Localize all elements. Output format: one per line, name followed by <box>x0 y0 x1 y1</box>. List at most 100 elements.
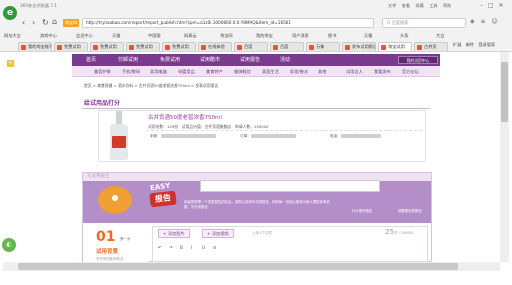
bookmark-item[interactable]: 中国银 <box>148 32 182 39</box>
nav-primary-item[interactable]: 付邮试用 <box>118 54 138 66</box>
tab-label: 百度 <box>280 44 289 49</box>
browser-tab[interactable]: 免费试用 <box>90 42 124 51</box>
nav-secondary-item[interactable]: 试用达人 <box>346 66 363 77</box>
bookmark-item[interactable]: 大会 <box>436 32 470 39</box>
counter-label: 字 / 200000 <box>393 231 414 235</box>
bookmark-item[interactable]: 天猫 <box>364 32 398 39</box>
forward-icon[interactable]: › <box>32 19 35 27</box>
order-label: 订单： <box>240 134 251 138</box>
bookmark-item[interactable]: 我的淘宝 <box>256 32 290 39</box>
excellent-report-link[interactable]: 我要看优秀报告 <box>398 208 422 213</box>
tab-label: 免费试用 <box>136 44 153 49</box>
product-row-address: 到家： <box>150 134 216 139</box>
sidebar-plus-icon[interactable]: + <box>7 60 14 67</box>
bookmark-item[interactable]: 淘宝网 <box>220 32 254 39</box>
tab-label: 古井贡 <box>424 44 437 49</box>
nav-secondary-item[interactable]: 服饰鞋包 <box>234 66 251 77</box>
section-divider <box>82 108 430 109</box>
menu-view[interactable]: 查看 <box>402 3 410 8</box>
close-icon[interactable]: ✕ <box>499 2 504 9</box>
home-icon[interactable]: ⌂ <box>52 18 57 26</box>
shield-icon[interactable]: ◈ <box>470 18 475 25</box>
nav-primary-item[interactable]: 试用酷市 <box>200 54 220 66</box>
browser-tab[interactable]: 发布试用报告 <box>342 42 376 51</box>
good-report-link[interactable]: 什么是好报告 <box>352 208 372 213</box>
nav-secondary-item[interactable]: 手机/数码 <box>122 66 140 77</box>
browser-tab[interactable]: 在线体验 <box>198 42 232 51</box>
editor-tool-icon[interactable]: ↷ <box>169 245 173 250</box>
nav-primary-item[interactable]: 免费试用 <box>160 54 180 66</box>
back-icon[interactable]: ‹ <box>22 19 25 27</box>
browser-tab[interactable]: 免费试用 <box>126 42 160 51</box>
nav-primary-item[interactable]: 首页 <box>86 54 96 66</box>
product-row-phone: 电话： <box>330 134 381 139</box>
search-input[interactable]: Q 百度搜索 <box>383 19 465 27</box>
menu-icon[interactable]: ≡ <box>481 18 486 25</box>
browser-tab[interactable]: 免费试用 <box>162 42 196 51</box>
browser-tab[interactable]: 古井贡 <box>414 42 448 51</box>
bookmark-item[interactable]: 图书 <box>328 32 362 39</box>
user-icon[interactable]: ☺ <box>492 18 498 25</box>
expand-button[interactable]: 扩展 <box>453 42 461 47</box>
nav-secondary-item[interactable]: 家用电器 <box>150 66 167 77</box>
menu-fav[interactable]: 收藏 <box>415 3 423 8</box>
address-bar[interactable]: http://try.taobao.com/report/report_publ… <box>82 18 374 28</box>
add-video-button[interactable]: + 添加视频 <box>202 229 234 238</box>
phone-value <box>340 134 381 138</box>
bookmark-item[interactable]: 天猫 <box>112 32 146 39</box>
maximize-icon[interactable]: □ <box>488 2 494 9</box>
browser-logo-icon[interactable]: e <box>3 6 17 20</box>
browser-tab[interactable]: 我的淘宝账号 <box>18 42 52 51</box>
bookmark-item[interactable]: 网址大全 <box>4 32 38 39</box>
order-value <box>250 134 296 138</box>
editor-tool-icon[interactable]: ≡ <box>213 245 217 250</box>
bookmark-item[interactable]: 头条 <box>400 32 434 39</box>
nav-secondary-item[interactable]: 我要发布 <box>374 66 391 77</box>
nav-secondary-item[interactable]: 官方论坛 <box>402 66 419 77</box>
bookmark-item[interactable]: 会员中心 <box>76 32 110 39</box>
product-name[interactable]: 古井贡酒50度老窖浓香750ml <box>148 113 222 121</box>
browser-tab[interactable]: 百度 <box>270 42 304 51</box>
add-image-button[interactable]: + 添加图片 <box>158 229 190 238</box>
minimize-icon[interactable]: – <box>480 2 483 9</box>
sidebar-assistant-icon[interactable]: ◐ <box>2 238 16 252</box>
menu-help[interactable]: 帮助 <box>443 3 451 8</box>
tab-favicon-icon <box>309 45 314 50</box>
browser-tab[interactable]: 淘宝试用 <box>378 42 412 51</box>
bookmark-item[interactable]: 网易云 <box>184 32 218 39</box>
report-title-input[interactable] <box>200 180 380 192</box>
nav-secondary-item[interactable]: 彩妆/香水 <box>290 66 308 77</box>
search-box[interactable]: Q 百度搜索 <box>382 18 466 28</box>
nav-primary-item[interactable]: 试用报告 <box>240 54 260 66</box>
product-divider <box>146 130 422 131</box>
editor-tool-icon[interactable]: I <box>191 245 192 250</box>
editor-tool-icon[interactable]: B <box>180 245 183 250</box>
login-button[interactable]: 登录管家 <box>478 42 495 47</box>
refresh-icon[interactable]: ↻ <box>42 19 49 27</box>
nav-primary-item[interactable]: 活动 <box>280 54 290 66</box>
nav-secondary-item[interactable]: 美容护肤 <box>94 66 111 77</box>
editor-tool-icon[interactable]: ↶ <box>158 245 162 250</box>
browser-tab[interactable]: 万象 <box>306 42 340 51</box>
editor-tool-icon[interactable]: U <box>202 245 205 250</box>
tab-label: 免费试用 <box>100 44 117 49</box>
mail-button[interactable]: 邮件 <box>466 42 474 47</box>
bookmark-item[interactable]: 用户消息 <box>292 32 326 39</box>
bottle-label <box>112 136 126 148</box>
nav-secondary-item[interactable]: 美食特产 <box>206 66 223 77</box>
nav-secondary-item[interactable]: 其他 <box>318 66 326 77</box>
address-label: 到家： <box>150 134 161 138</box>
bookmark-item[interactable]: 游戏中心 <box>40 32 74 39</box>
browser-tab[interactable]: 免费试用 <box>54 42 88 51</box>
user-center-button[interactable]: 我的试用中心 <box>398 56 438 64</box>
nav-secondary-item[interactable]: 母婴用品 <box>178 66 195 77</box>
menu-tools[interactable]: 工具 <box>429 3 437 8</box>
horizontal-scroll-thumb[interactable] <box>18 263 458 270</box>
browser-tab[interactable]: 百度 <box>234 42 268 51</box>
menu-file[interactable]: 文件 <box>388 3 396 8</box>
nav-secondary-item[interactable]: 家居生活 <box>262 66 279 77</box>
banner-text: 恭喜您获得一个发表报告的机会，请您认真填写试用报告，你的每一份用心都将为他人提供… <box>184 200 330 209</box>
step-description: 写写您的基本情况 <box>96 257 124 261</box>
vertical-scroll-thumb[interactable] <box>501 62 508 122</box>
address-input[interactable]: http://try.taobao.com/report/report_publ… <box>83 19 371 27</box>
